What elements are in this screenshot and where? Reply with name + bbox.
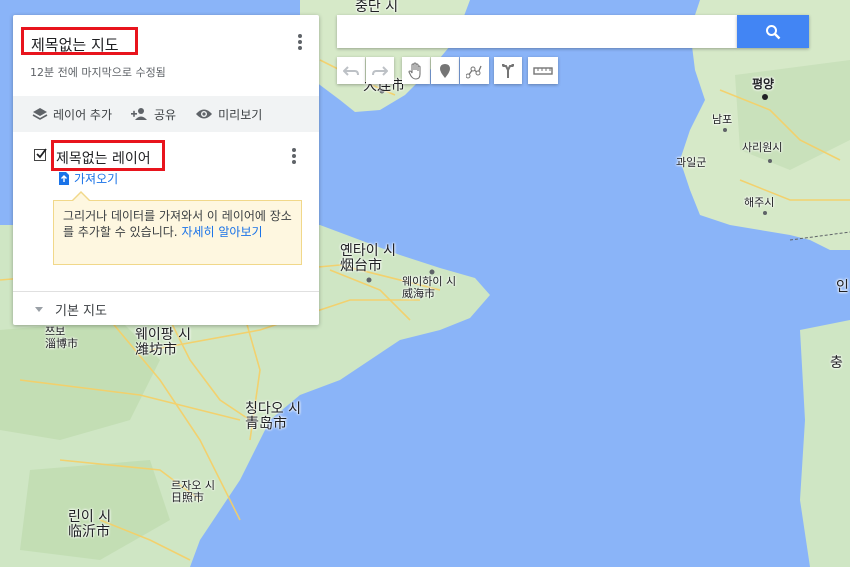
search-button[interactable] xyxy=(737,15,809,48)
undo-button[interactable] xyxy=(337,57,365,84)
map-label-sariwon: 사리원시 xyxy=(742,141,783,154)
map-label-incheon-partial: 인 xyxy=(836,279,849,295)
last-edited-text: 12분 전에 마지막으로 수정됨 xyxy=(30,66,166,79)
hand-icon xyxy=(408,61,421,80)
draw-line-button[interactable] xyxy=(460,57,489,84)
map-label-chungcheong-partial: 충 xyxy=(830,355,843,371)
redo-icon xyxy=(372,65,388,76)
layer-tip: 그리거나 데이터를 가져와서 이 레이어에 장소를 추가할 수 있습니다. 자세… xyxy=(53,200,302,265)
map-label-rizhao: 르자오 시 日照市 xyxy=(171,479,215,504)
marker-icon xyxy=(440,63,450,78)
preview-button[interactable]: 미리보기 xyxy=(195,106,262,123)
map-panel: 제목없는 지도 12분 전에 마지막으로 수정됨 레이어 추가 공유 미리보기 … xyxy=(13,15,319,325)
tip-arrow-fill xyxy=(72,193,90,202)
map-title[interactable]: 제목없는 지도 xyxy=(31,34,119,55)
base-map-label: 기본 지도 xyxy=(55,304,107,319)
directions-button[interactable] xyxy=(494,57,522,84)
select-tool-button[interactable] xyxy=(402,57,430,84)
base-map-row[interactable]: 기본 지도 xyxy=(35,300,107,319)
import-label: 가져오기 xyxy=(74,172,119,186)
share-button[interactable]: 공유 xyxy=(131,106,176,123)
map-label-pyongyang: 평양 xyxy=(752,77,775,91)
eye-icon xyxy=(196,109,213,119)
panel-divider xyxy=(13,291,319,292)
import-link[interactable]: 가져오기 xyxy=(58,170,118,187)
map-label-qingdao: 칭다오 시 青岛市 xyxy=(245,401,301,432)
layer-toolbar: 레이어 추가 공유 미리보기 xyxy=(13,96,319,132)
map-label-nampo: 남포 xyxy=(712,113,733,126)
add-layer-button[interactable]: 레이어 추가 xyxy=(32,106,112,123)
layer-options-icon[interactable] xyxy=(292,148,296,164)
redo-button[interactable] xyxy=(366,57,394,84)
map-label-kwail: 과일군 xyxy=(676,156,707,169)
layer-title[interactable]: 제목없는 레이어 xyxy=(56,148,151,168)
add-person-icon xyxy=(131,108,148,120)
undo-icon xyxy=(343,65,359,76)
search-input[interactable] xyxy=(337,15,737,48)
learn-more-link[interactable]: 자세히 알아보기 xyxy=(181,225,262,239)
map-options-icon[interactable] xyxy=(298,34,302,50)
search-icon xyxy=(766,24,781,39)
share-label: 공유 xyxy=(154,107,177,122)
add-layer-label: 레이어 추가 xyxy=(53,107,113,122)
directions-icon xyxy=(502,63,514,78)
map-label-linyi: 린이 시 临沂市 xyxy=(68,509,112,540)
ruler-icon xyxy=(533,66,553,75)
layer-checkbox[interactable] xyxy=(34,148,47,161)
map-label-zibo: 쯔보 淄博市 xyxy=(45,325,78,350)
layers-icon xyxy=(32,108,48,120)
map-label-haeju: 해주시 xyxy=(744,196,775,209)
expand-arrow-icon xyxy=(35,307,43,312)
map-label-yantai: 옌타이 시 烟台市 xyxy=(340,243,396,274)
map-label-weihai: 웨이하이 시 威海市 xyxy=(402,275,457,300)
add-marker-button[interactable] xyxy=(431,57,459,84)
measure-button[interactable] xyxy=(528,57,558,84)
import-file-icon xyxy=(59,172,69,185)
map-label-weifang: 웨이팡 시 潍坊市 xyxy=(135,327,191,358)
preview-label: 미리보기 xyxy=(218,107,263,122)
line-icon xyxy=(465,65,482,78)
checkmark-icon xyxy=(36,148,47,159)
map-label-partial: 중단 시 xyxy=(355,0,399,15)
